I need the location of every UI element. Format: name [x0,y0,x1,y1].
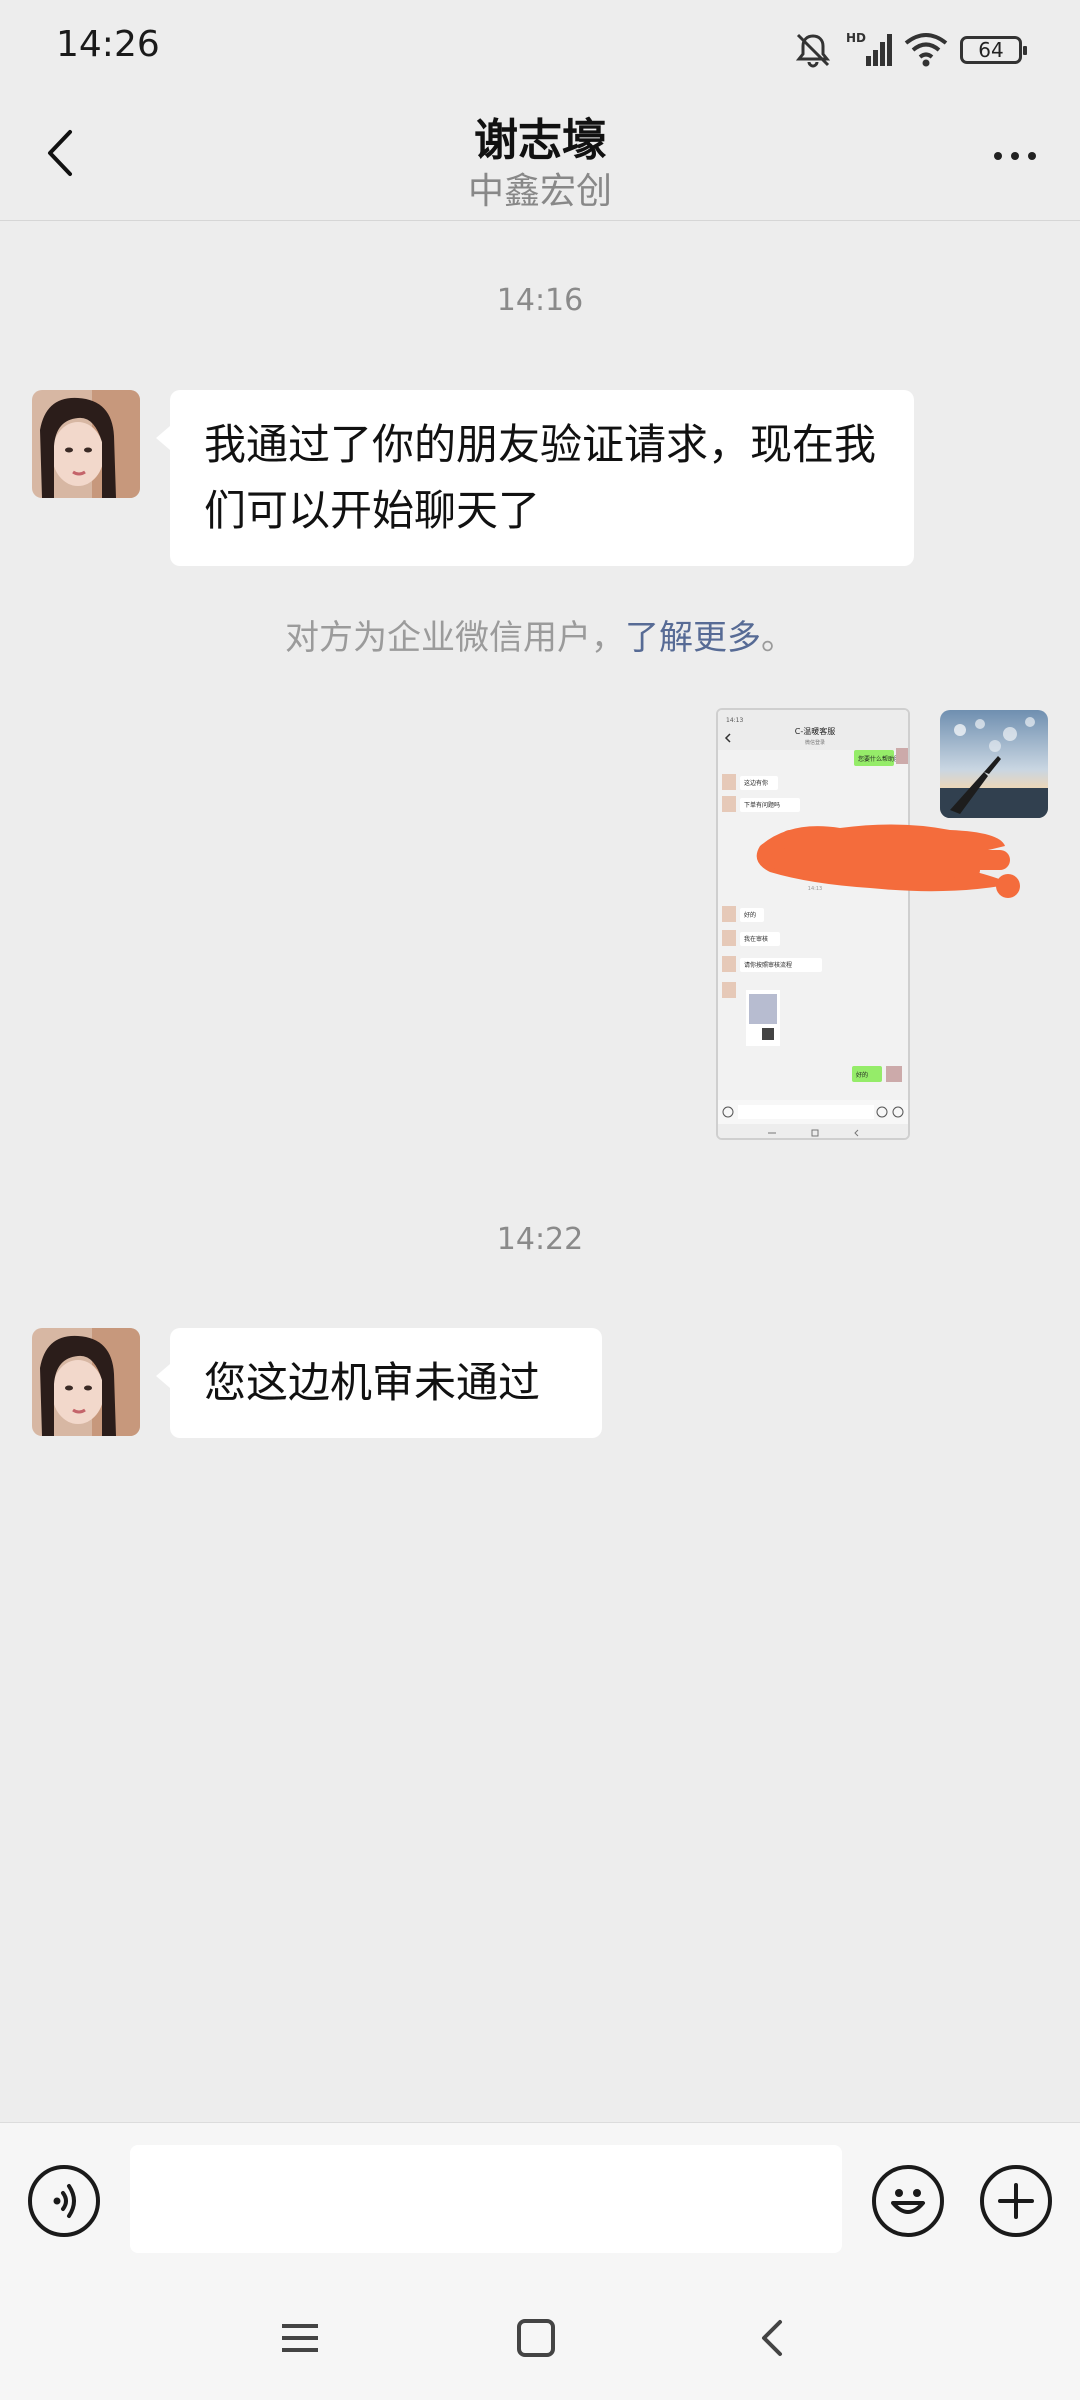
nav-back-icon [762,2320,782,2356]
home-button[interactable] [506,2308,566,2368]
screenshot-msg: 这边有你 [744,779,768,787]
message-bubble-incoming[interactable]: 您这边机审未通过 [156,1328,602,1438]
message-timestamp: 14:16 [496,283,584,318]
avatar-image [32,1328,140,1436]
home-icon [517,2319,555,2357]
contact-avatar[interactable] [32,1328,140,1436]
plus-button[interactable] [980,2165,1052,2237]
hd-label: HD [846,31,866,45]
battery-indicator: 64 [960,36,1027,64]
more-button[interactable] [980,136,1050,176]
contact-company: 中鑫宏创 [467,171,612,212]
message-bubble-incoming[interactable]: 我通过了你的朋友验证请求，现在我们可以开始聊天了 [156,390,914,566]
input-bar [0,2122,1080,2279]
notice-suffix: 。 [761,618,795,658]
screenshot-msg: 好的 [856,1071,868,1079]
screenshot-header: C-温暖客服 [795,726,835,736]
nav-back-button[interactable] [742,2308,802,2368]
menu-button[interactable] [270,2308,330,2368]
contact-name: 谢志壕 [474,115,606,166]
wifi-icon [904,33,948,67]
message-input[interactable] [130,2145,842,2253]
message-timestamp: 14:22 [496,1222,584,1257]
status-bar: 14:26 HD 64 [0,0,1080,96]
more-dots-icon [994,152,1002,160]
screenshot-msg: 请你按照审核流程 [744,961,792,969]
my-avatar[interactable] [940,710,1048,818]
mute-bell-icon [795,33,831,68]
screenshot-msg: 我在审核 [744,935,768,943]
voice-icon [53,2184,76,2218]
more-dot [1011,152,1019,160]
learn-more-link[interactable]: 了解更多 [625,618,761,658]
screenshot-sub: 微信登录 [805,739,825,746]
more-dot [1028,152,1036,160]
menu-icon [282,2324,318,2352]
outgoing-image-message[interactable]: 14:13 C-温暖客服 微信登录 您要什么帮助服务 这边有你 下单有问题吗 1… [716,708,910,1140]
plus-icon [998,2183,1034,2219]
signal-icon: HD [846,31,892,66]
voice-button[interactable] [28,2165,100,2237]
status-icons: HD 64 [794,30,1027,70]
status-time: 14:26 [56,24,160,65]
notice-text: 对方为企业微信用户， [285,618,625,658]
my-avatar-image [940,710,1048,818]
contact-avatar[interactable] [32,390,140,498]
avatar-image [32,390,140,498]
system-navigation-bar [0,2278,1080,2400]
chat-screenshot-image: 14:13 C-温暖客服 微信登录 您要什么帮助服务 这边有你 下单有问题吗 1… [718,710,908,1138]
emoji-icon [891,2189,925,2214]
svg-text:14:13: 14:13 [726,717,743,724]
system-notice: 对方为企业微信用户，了解更多。 [0,610,1080,659]
emoji-button[interactable] [872,2165,944,2237]
chat-header: 谢志壕 中鑫宏创 [0,96,1080,221]
screenshot-msg: 好的 [744,911,756,919]
